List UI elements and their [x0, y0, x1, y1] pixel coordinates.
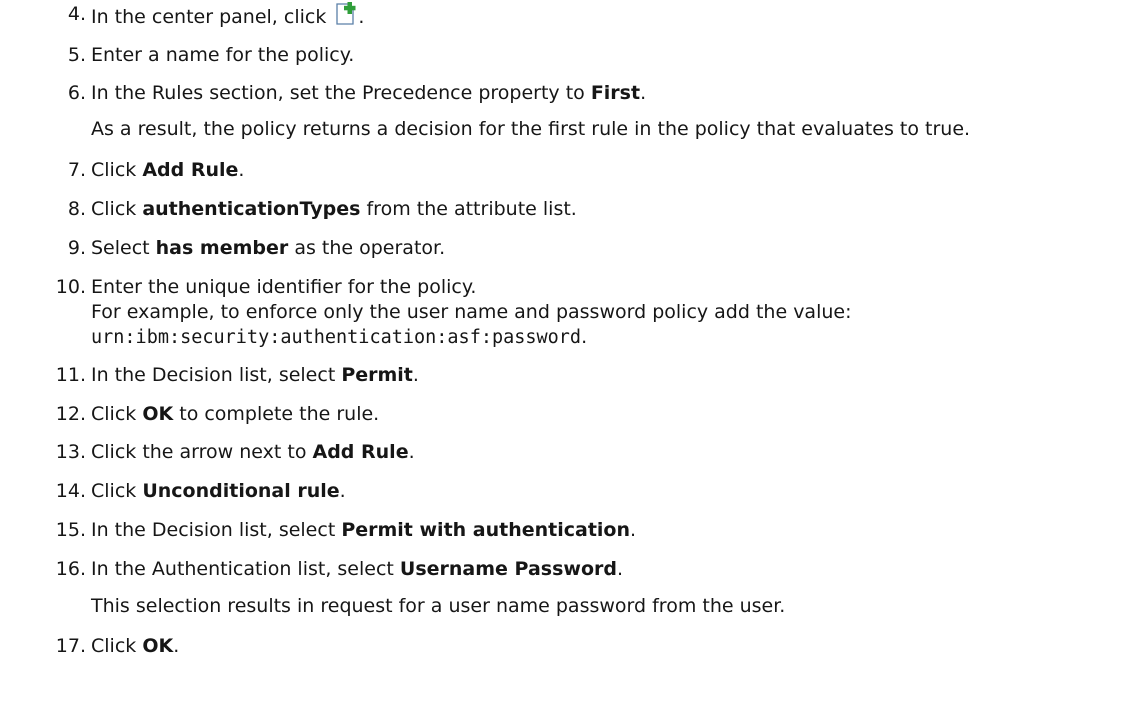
step-number: 10.: [55, 276, 86, 298]
step-number: 14.: [55, 480, 86, 502]
step-text: Click: [91, 480, 143, 502]
step-number: 13.: [55, 441, 86, 463]
ui-term: Add Rule: [142, 159, 239, 181]
step-text-suffix: .: [408, 441, 415, 463]
step-text-suffix: from the attribute list.: [360, 198, 577, 220]
ui-term: OK: [142, 635, 174, 657]
ui-term: authenticationTypes: [142, 198, 361, 220]
step-text: Click: [91, 198, 143, 220]
new-policy-icon: [334, 2, 358, 32]
ui-term: Permit with authentication: [341, 519, 631, 541]
step-16-note: This selection results in request for a …: [91, 595, 786, 617]
step-10-code-line: urn:ibm:security:authentication:asf:pass…: [91, 325, 587, 350]
step-text: Click: [91, 159, 143, 181]
step-text: Enter a name for the policy.: [91, 44, 355, 66]
ui-term: Add Rule: [312, 441, 409, 463]
step-text: In the Authentication list, select: [91, 558, 400, 580]
step-text: In the Decision list, select: [91, 519, 342, 541]
step-6-note: As a result, the policy returns a decisi…: [91, 118, 971, 140]
step-text-suffix: .: [640, 82, 647, 104]
step-number: 11.: [55, 364, 86, 386]
step-text: Click the arrow next to: [91, 441, 313, 463]
step-text-suffix: as the operator.: [288, 237, 446, 259]
step-number: 9.: [67, 237, 86, 259]
code-value: urn:ibm:security:authentication:asf:pass…: [91, 327, 582, 348]
step-text-suffix: .: [630, 519, 637, 541]
step-text-suffix: .: [173, 635, 180, 657]
step-text: In the center panel, click: [91, 6, 327, 28]
step-text-suffix: .: [412, 364, 419, 386]
step-number: 12.: [55, 403, 86, 425]
step-text: Select: [91, 237, 156, 259]
step-text: In the Decision list, select: [91, 364, 342, 386]
step-number: 15.: [55, 519, 86, 541]
step-text-suffix: .: [339, 480, 346, 502]
code-suffix: .: [581, 326, 588, 348]
ui-term: Username Password: [399, 558, 617, 580]
step-number: 17.: [55, 635, 86, 657]
step-number: 5.: [67, 44, 86, 66]
ui-term: First: [590, 82, 641, 104]
step-number: 8.: [67, 198, 86, 220]
ui-term: Unconditional rule: [142, 480, 340, 502]
step-text: Click: [91, 403, 143, 425]
step-text-suffix: .: [358, 6, 365, 28]
step-text-suffix: .: [616, 558, 624, 580]
step-number: 6.: [67, 82, 86, 104]
ui-term: OK: [142, 403, 174, 425]
step-number: 7.: [67, 159, 86, 181]
step-text: In the Rules section, set the Precedence…: [91, 82, 591, 104]
ui-term: Permit: [341, 364, 413, 386]
ui-term: has member: [155, 237, 289, 259]
step-number: 16.: [55, 558, 86, 580]
step-text-suffix: .: [238, 159, 245, 181]
step-number: 4.: [67, 3, 86, 25]
step-text: Enter the unique identifier for the poli…: [91, 276, 477, 298]
step-text: Click: [91, 635, 143, 657]
step-10-example: For example, to enforce only the user na…: [91, 301, 852, 323]
step-text-suffix: to complete the rule.: [173, 403, 380, 425]
instruction-page: 4. In the center panel, click . 5. Enter…: [0, 0, 1143, 704]
